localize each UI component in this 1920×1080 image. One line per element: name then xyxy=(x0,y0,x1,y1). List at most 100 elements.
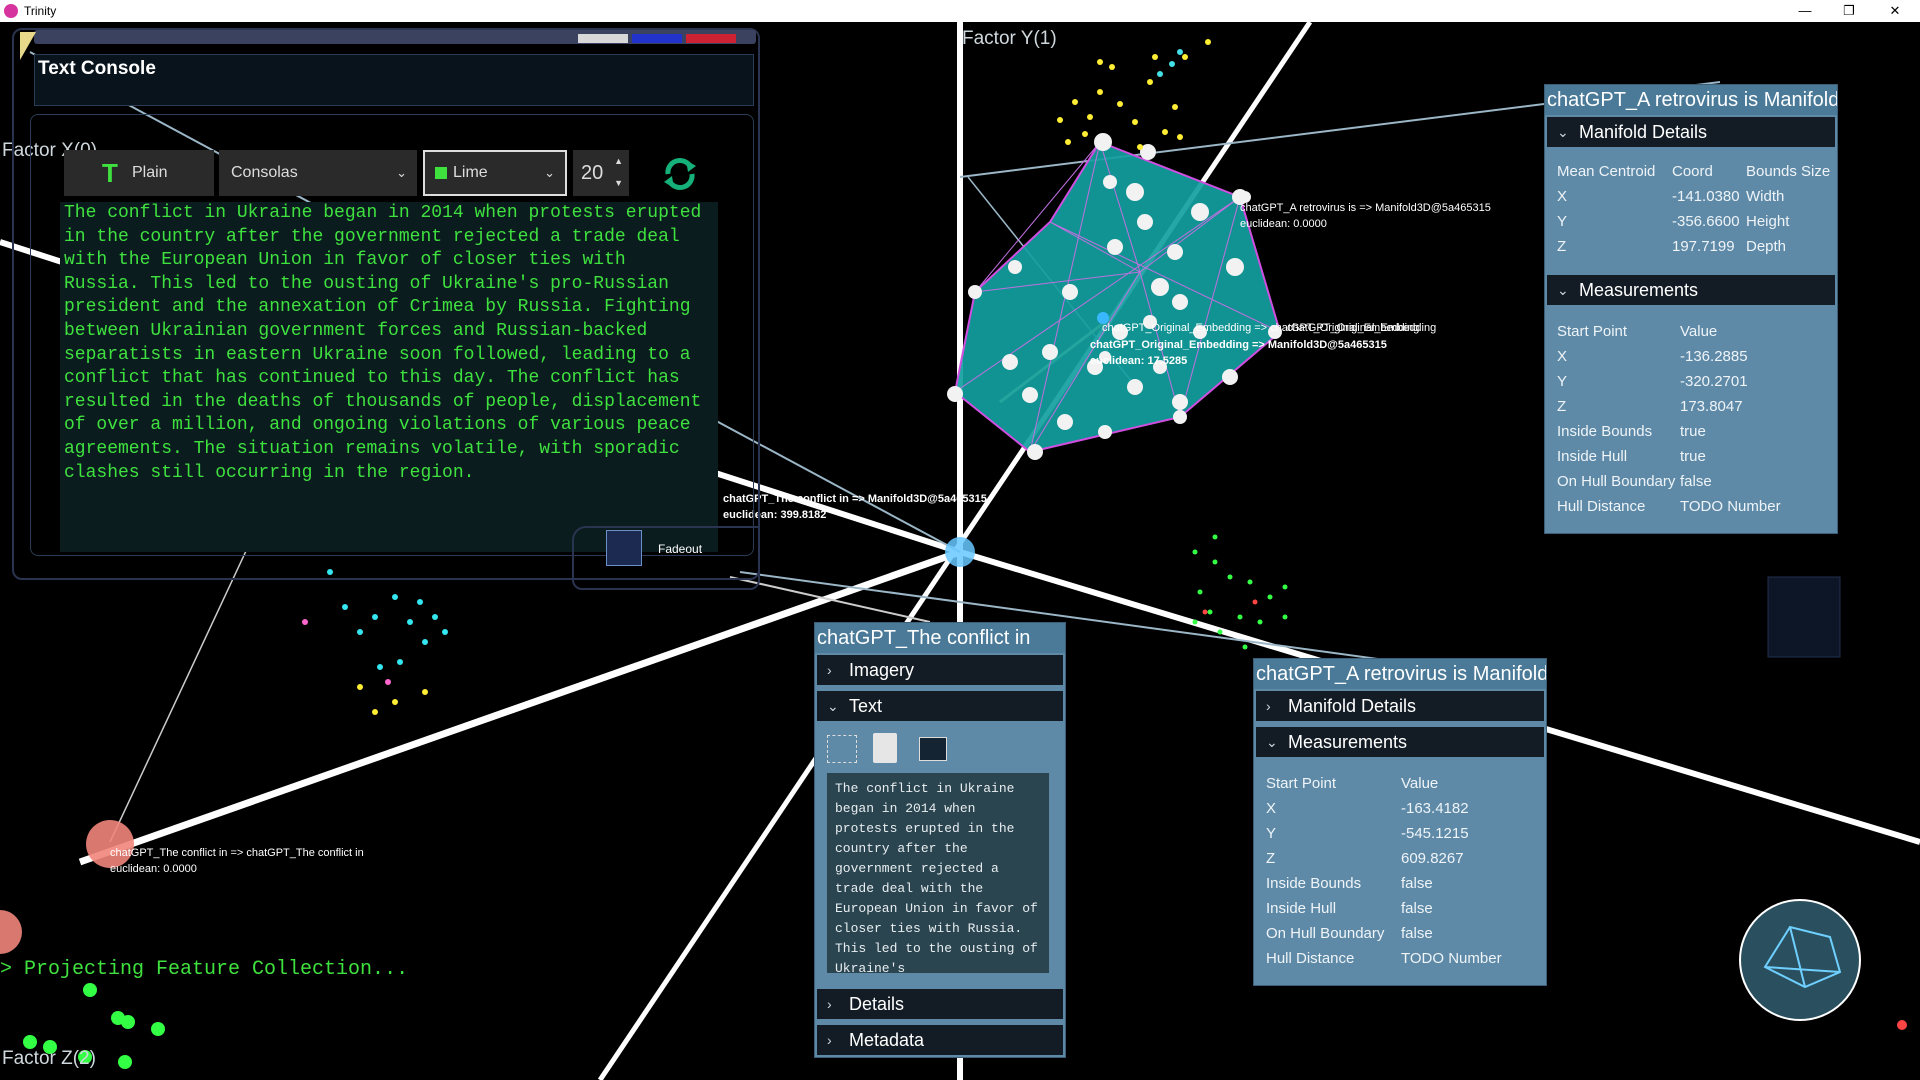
row-value: 173.8047 xyxy=(1680,398,1743,415)
cyan-cluster-top xyxy=(1157,49,1183,77)
pink-points xyxy=(302,619,391,685)
select-text-icon[interactable] xyxy=(827,735,857,763)
green-cluster xyxy=(1192,534,1288,650)
style-label: Plain xyxy=(132,164,168,181)
section-label: Details xyxy=(849,994,905,1014)
measurements-section[interactable]: ⌄ Measurements xyxy=(1256,727,1544,757)
section-label: Manifold Details xyxy=(1579,122,1708,142)
manifold-details-section[interactable]: › Manifold Details xyxy=(1256,691,1544,721)
font-select[interactable]: Consolas ⌄ xyxy=(219,150,417,196)
axis-z-label: Factor Z(2) xyxy=(2,1048,96,1069)
manifold-details-section[interactable]: ⌄ Manifold Details xyxy=(1547,117,1835,147)
console-chip-gray[interactable] xyxy=(578,34,628,43)
row-value: -320.2701 xyxy=(1680,373,1748,390)
section-label: Measurements xyxy=(1288,732,1408,752)
text-console: Text Console T Plain Consolas ⌄ Lime ⌄ 2… xyxy=(12,22,760,590)
selected-node xyxy=(86,820,134,868)
row-bound: Height xyxy=(1746,213,1790,230)
column-header: Value xyxy=(1680,323,1718,340)
yellow-cluster xyxy=(1057,39,1211,150)
font-size-value: 20 xyxy=(581,162,604,184)
row-value: false xyxy=(1401,925,1433,942)
text-section[interactable]: ⌄ Text xyxy=(817,691,1063,721)
row-key: Inside Bounds xyxy=(1557,423,1653,440)
row-value: true xyxy=(1680,448,1706,465)
origin-self-distance: euclidean: 0.0000 xyxy=(110,863,197,875)
column-header: Bounds Size xyxy=(1746,163,1831,180)
panel-title[interactable]: chatGPT_A retrovirus is Manifold xyxy=(1254,659,1546,689)
console-chip-red[interactable] xyxy=(686,34,736,43)
section-label: Metadata xyxy=(849,1030,925,1050)
column-header: Value xyxy=(1401,775,1439,792)
text-style-icon: T xyxy=(102,158,118,188)
console-chip-blue[interactable] xyxy=(632,34,682,43)
console-title: Text Console xyxy=(38,58,156,79)
font-value: Consolas xyxy=(231,164,298,181)
app-icon xyxy=(4,4,18,18)
row-value: -163.4182 xyxy=(1401,800,1469,817)
window-title: Trinity xyxy=(24,4,57,18)
feature-info-panel: chatGPT_The conflict in › Imagery ⌄ Text T… xyxy=(814,622,1066,1058)
metadata-section[interactable]: › Metadata xyxy=(817,1025,1063,1055)
color-select[interactable]: Lime ⌄ xyxy=(423,150,567,196)
row-key: Inside Hull xyxy=(1557,448,1628,465)
column-header: Mean Centroid xyxy=(1557,163,1656,180)
row-value: 197.7199 xyxy=(1672,238,1735,255)
row-value: 609.8267 xyxy=(1401,850,1464,867)
minimize-button[interactable]: — xyxy=(1790,2,1820,20)
feature-text-preview[interactable]: The conflict in Ukraine began in 2014 wh… xyxy=(827,773,1049,973)
row-bound: Depth xyxy=(1746,238,1787,255)
row-key: Y xyxy=(1557,373,1568,390)
row-value: false xyxy=(1680,473,1712,490)
row-key: On Hull Boundary xyxy=(1557,473,1676,490)
section-label: Measurements xyxy=(1579,280,1699,300)
cyan-cluster xyxy=(327,569,448,670)
row-key: Hull Distance xyxy=(1557,498,1646,515)
origin-self-label: chatGPT_The conflict in => chatGPT_The c… xyxy=(110,847,364,859)
embedding-label: chatGPT_Original_Embedding => chatGPT_Or… xyxy=(1102,322,1420,334)
column-header: Start Point xyxy=(1266,775,1337,792)
restore-button[interactable]: ❐ xyxy=(1834,2,1864,20)
refresh-icon[interactable] xyxy=(660,154,700,194)
row-value: false xyxy=(1401,900,1433,917)
manifold-hull xyxy=(953,140,1282,454)
fadeout-label: Fadeout xyxy=(658,542,703,556)
fadeout-icon[interactable] xyxy=(606,530,642,566)
chevron-right-icon: › xyxy=(827,1032,832,1048)
status-prompt: > Projecting Feature Collection... xyxy=(0,958,409,981)
embedding-distance-value: euclidean: 17.5285 xyxy=(1090,355,1188,367)
axis-y-label: Factor Y(1) xyxy=(962,28,1057,49)
measurements-section[interactable]: ⌄ Measurements xyxy=(1547,275,1835,305)
manifold-distance-value: euclidean: 0.0000 xyxy=(1240,218,1327,230)
column-header: Coord xyxy=(1672,163,1713,180)
terminal-icon[interactable] xyxy=(919,737,947,761)
close-button[interactable]: ✕ xyxy=(1880,2,1910,20)
row-value: -356.6600 xyxy=(1672,213,1740,230)
row-key: Inside Bounds xyxy=(1266,875,1362,892)
style-button[interactable]: T Plain xyxy=(64,150,214,196)
row-key: Y xyxy=(1266,825,1277,842)
section-label: Text xyxy=(849,696,883,716)
stepper-down-icon[interactable]: ▼ xyxy=(614,160,623,206)
console-text-area[interactable]: The conflict in Ukraine began in 2014 wh… xyxy=(60,202,718,552)
row-key: X xyxy=(1266,800,1277,817)
row-value: TODO Number xyxy=(1401,950,1502,967)
details-section[interactable]: › Details xyxy=(817,989,1063,1019)
clipboard-icon[interactable] xyxy=(873,733,897,763)
row-key: On Hull Boundary xyxy=(1266,925,1385,942)
font-size-stepper[interactable]: 20 ▲ ▼ xyxy=(573,150,629,196)
embedding-manifold-label: chatGPT_Original_Embedding => Manifold3D… xyxy=(1090,339,1387,351)
imagery-section[interactable]: › Imagery xyxy=(817,655,1063,685)
origin-node xyxy=(945,537,975,567)
manifold-distance-label: chatGPT_A retrovirus is => Manifold3D@5a… xyxy=(1240,202,1491,214)
color-value: Lime xyxy=(453,164,488,181)
chevron-right-icon: › xyxy=(1266,698,1271,714)
navigation-sphere xyxy=(1739,899,1861,1021)
chevron-down-icon: ⌄ xyxy=(1557,282,1569,298)
manifold-info-panel-2: chatGPT_A retrovirus is Manifold › Manifo… xyxy=(1253,658,1547,986)
chevron-down-icon: ⌄ xyxy=(827,698,839,714)
column-header: Start Point xyxy=(1557,323,1628,340)
row-value: true xyxy=(1680,423,1706,440)
panel-title[interactable]: chatGPT_A retrovirus is Manifold xyxy=(1545,85,1837,115)
panel-title[interactable]: chatGPT_The conflict in xyxy=(815,623,1065,653)
